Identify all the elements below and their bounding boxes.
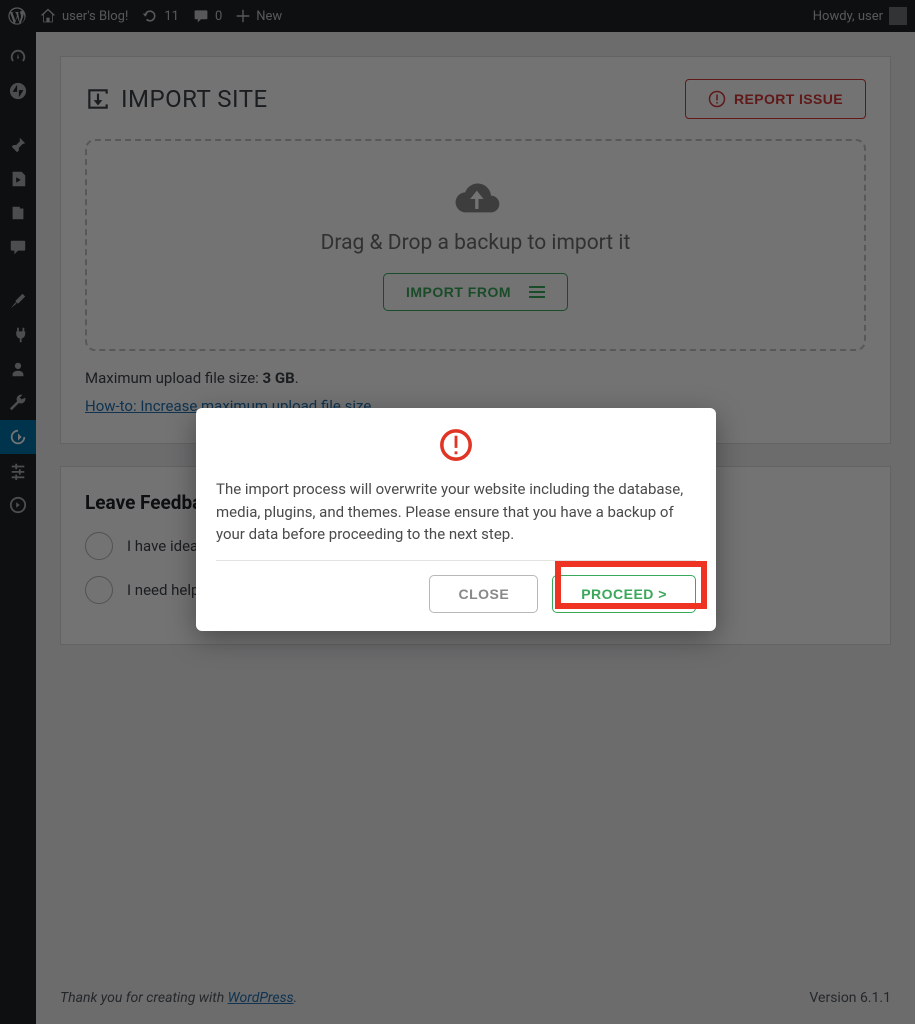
modal-message: The import process will overwrite your w… [216,478,696,546]
warning-icon [216,428,696,466]
modal-divider [216,560,696,561]
import-warning-modal: The import process will overwrite your w… [196,408,716,631]
proceed-button[interactable]: PROCEED > [552,575,696,613]
close-button[interactable]: CLOSE [429,575,538,613]
